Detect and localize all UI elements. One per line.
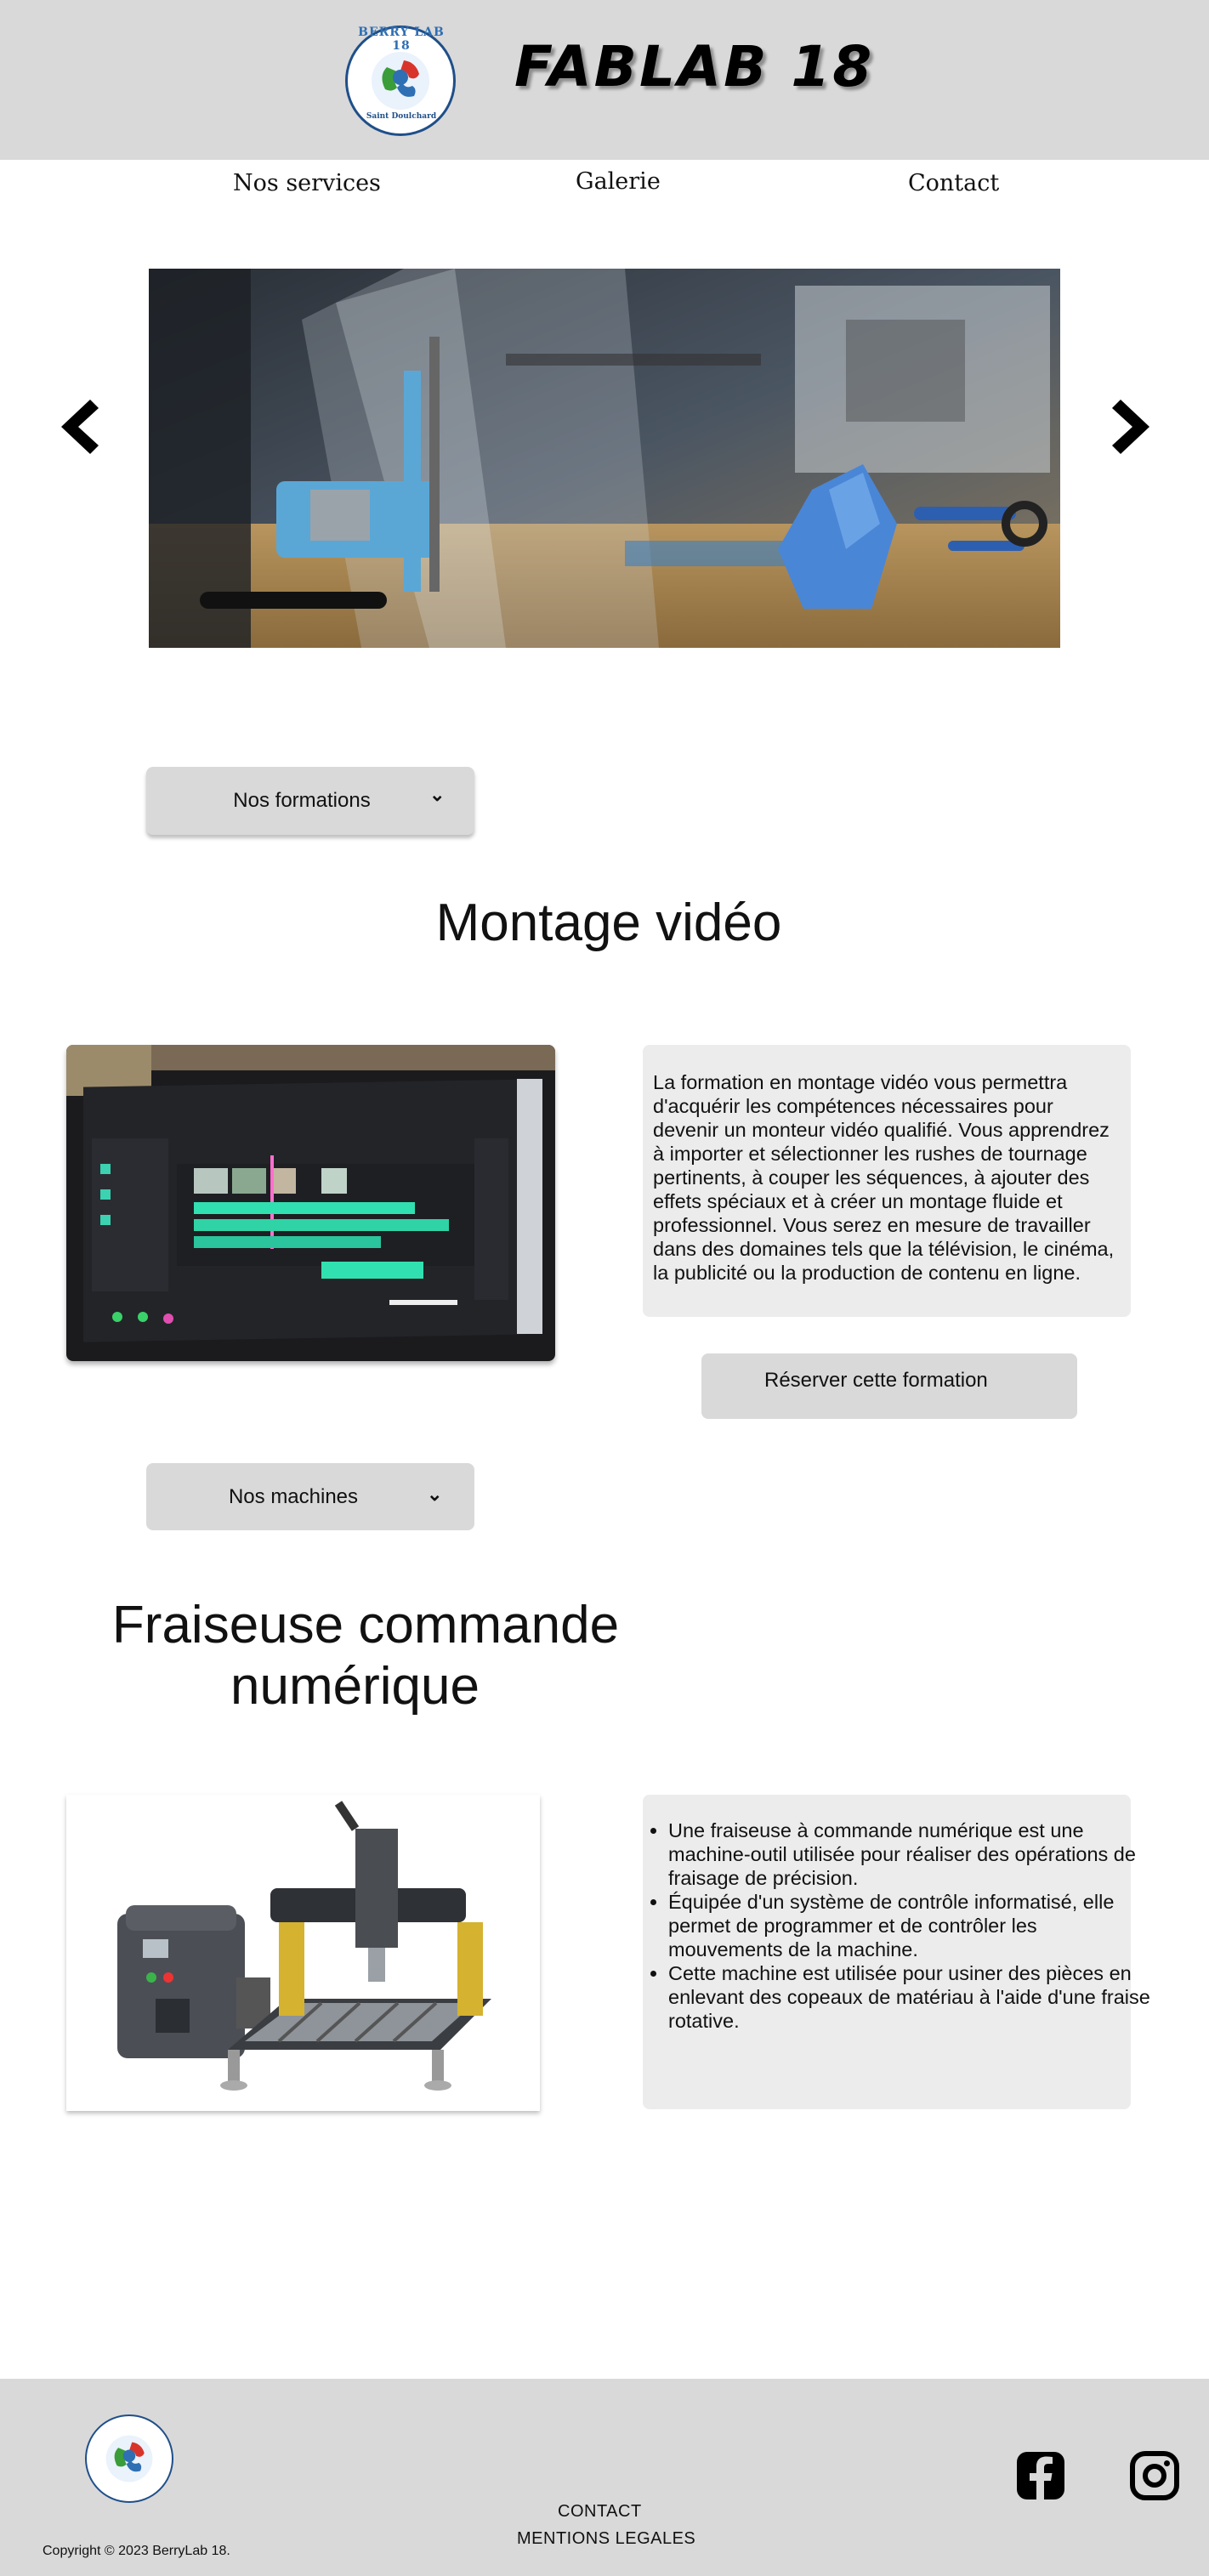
site-title: FABLAB 18 [514,34,875,99]
cnc-milling-machine-image [66,1795,540,2111]
machines-dropdown-label: Nos machines [228,1484,359,1508]
formation-description-card: La formation en montage vidéo vous perme… [643,1045,1131,1317]
machine-description-card: Une fraiseuse à commande numérique est u… [643,1795,1150,2109]
machine-bullet: Équipée d'un système de contrôle informa… [668,1890,1151,1961]
instagram-icon[interactable] [1129,2450,1180,2501]
footer-contact-link[interactable]: CONTACT [558,2502,642,2522]
machine-title-line1: Fraiseuse commande [111,1596,620,1654]
carousel-image-3d-printer [149,269,1060,648]
machine-bullet: Cette machine est utilisée pour usiner d… [668,1961,1151,2033]
video-editing-image [66,1045,555,1361]
copyright-text: Copyright © 2023 BerryLab 18. [43,2544,230,2558]
machines-dropdown[interactable]: Nos machines ⌄ [146,1463,474,1530]
nav-item-galerie[interactable]: Galerie [576,168,661,195]
carousel-prev-icon[interactable] [53,393,104,461]
machine-bullet-list: Une fraiseuse à commande numérique est u… [650,1819,1151,2033]
chevron-down-icon: ⌄ [427,1484,443,1505]
formations-dropdown-label: Nos formations [233,789,371,812]
machine-title: Fraiseuse commande numérique [51,1595,680,1717]
facebook-icon[interactable] [1015,2450,1066,2501]
machine-title-line2: numérique [230,1657,480,1716]
machine-bullet: Une fraiseuse à commande numérique est u… [668,1819,1151,1890]
formation-title: Montage vidéo [435,894,782,952]
nav-item-services[interactable]: Nos services [233,170,381,196]
formations-dropdown[interactable]: Nos formations ⌄ [146,767,474,835]
formation-description: La formation en montage vidéo vous perme… [653,1071,1115,1284]
nav-item-contact[interactable]: Contact [908,170,999,196]
footer-legal-link[interactable]: MENTIONS LEGALES [517,2529,695,2549]
book-formation-label: Réserver cette formation [764,1369,988,1392]
chevron-down-icon: ⌄ [429,784,446,805]
book-formation-button[interactable]: Réserver cette formation [701,1353,1077,1419]
footer-logo[interactable] [85,2414,173,2503]
logo-subtext: Saint Doulchard [366,112,437,121]
carousel-next-icon[interactable] [1107,393,1158,461]
logo-text: BERRY LAB 18 [358,26,445,53]
